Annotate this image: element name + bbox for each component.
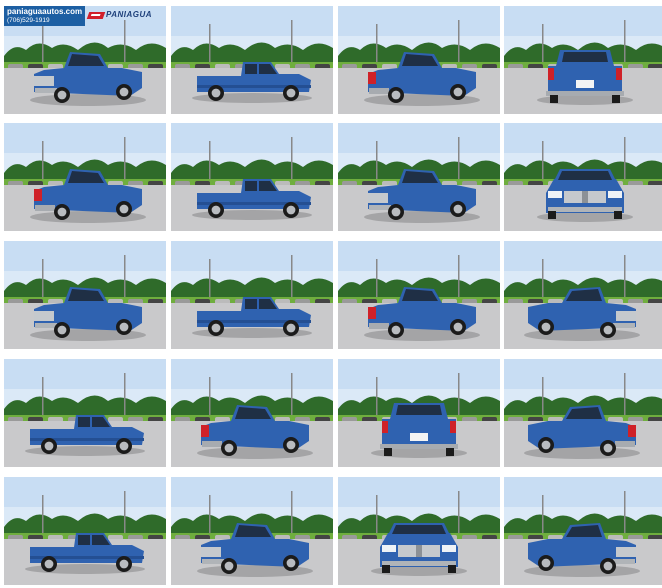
photo-thumbnail-6[interactable] <box>171 123 333 231</box>
logo-mark-icon <box>86 12 106 19</box>
truck-photo-rear-left <box>4 123 166 231</box>
photo-gallery-grid <box>0 0 662 588</box>
dealer-website: paniaguaautos.com <box>7 7 83 16</box>
truck-photo-front-right <box>504 241 662 349</box>
truck-photo-side-left <box>171 6 333 114</box>
photo-thumbnail-20[interactable] <box>504 477 662 585</box>
truck-photo-front-right <box>504 477 662 585</box>
photo-thumbnail-12[interactable] <box>504 241 662 349</box>
truck-photo-front <box>504 123 662 231</box>
photo-thumbnail-13[interactable] <box>4 359 166 467</box>
photo-thumbnail-5[interactable] <box>4 123 166 231</box>
truck-photo-side-left <box>171 241 333 349</box>
photo-thumbnail-7[interactable] <box>338 123 500 231</box>
truck-photo-rear-right <box>504 359 662 467</box>
photo-thumbnail-17[interactable] <box>4 477 166 585</box>
photo-thumbnail-2[interactable] <box>171 6 333 114</box>
truck-photo-side-left <box>4 477 166 585</box>
photo-thumbnail-10[interactable] <box>171 241 333 349</box>
truck-photo-front-left <box>4 241 166 349</box>
photo-thumbnail-9[interactable] <box>4 241 166 349</box>
photo-thumbnail-19[interactable] <box>338 477 500 585</box>
dealer-badge: paniaguaautos.com (706)529-1919 <box>4 6 85 26</box>
photo-thumbnail-16[interactable] <box>504 359 662 467</box>
photo-thumbnail-14[interactable] <box>171 359 333 467</box>
truck-photo-rear <box>338 359 500 467</box>
photo-thumbnail-18[interactable] <box>171 477 333 585</box>
dealer-phone: (706)529-1919 <box>7 17 50 24</box>
photo-thumbnail-3[interactable] <box>338 6 500 114</box>
logo-text: PANIAGUA <box>106 10 153 19</box>
truck-photo-side-left <box>4 359 166 467</box>
photo-thumbnail-4[interactable] <box>504 6 662 114</box>
truck-photo-rear-left <box>338 6 500 114</box>
photo-thumbnail-15[interactable] <box>338 359 500 467</box>
truck-photo-front-left <box>338 123 500 231</box>
truck-photo-side-left <box>171 123 333 231</box>
truck-photo-rear-left <box>171 359 333 467</box>
truck-photo-front <box>338 477 500 585</box>
photo-thumbnail-11[interactable] <box>338 241 500 349</box>
truck-photo-rear-left <box>338 241 500 349</box>
truck-photo-front-left <box>171 477 333 585</box>
dealer-logo: PANIAGUA <box>86 10 164 22</box>
photo-thumbnail-8[interactable] <box>504 123 662 231</box>
truck-photo-rear <box>504 6 662 114</box>
